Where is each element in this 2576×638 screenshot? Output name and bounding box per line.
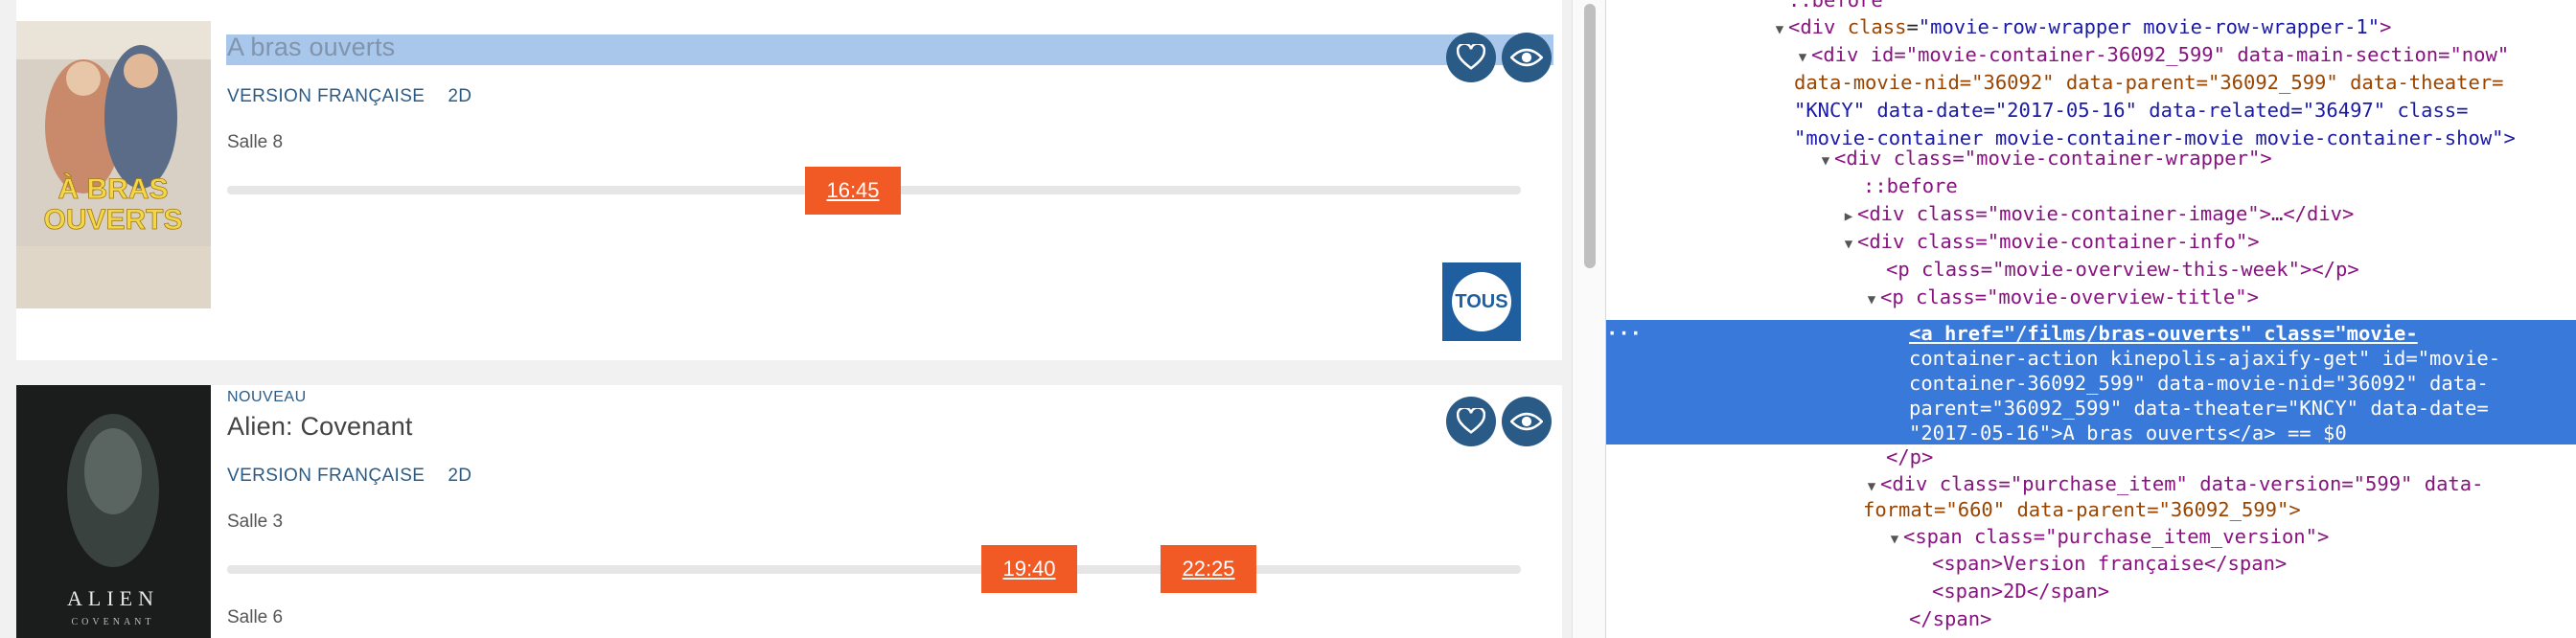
- dom-node-pseudo[interactable]: ::before: [1788, 0, 2576, 14]
- collapse-arrow-icon[interactable]: ▼: [1840, 231, 1857, 259]
- version-label: VERSION FRANÇAISE: [227, 466, 426, 486]
- dom-node-p-close[interactable]: </p>: [1886, 444, 2576, 471]
- movie-title-link[interactable]: Alien: Covenant: [227, 412, 413, 442]
- showtime-button[interactable]: 19:40: [981, 545, 1077, 593]
- heart-icon: [1457, 44, 1485, 70]
- room-label: Salle 3: [227, 512, 284, 532]
- dom-node-container-info[interactable]: ▼ <div class="movie-container-info">: [1840, 228, 2576, 256]
- eye-icon: [1510, 412, 1543, 431]
- watchlist-button[interactable]: [1502, 33, 1552, 82]
- movie-version-info: VERSION FRANÇAISE 2D: [227, 86, 472, 107]
- dom-node-container-image[interactable]: ▶ <div class="movie-container-image">…</d…: [1840, 200, 2576, 228]
- poster-title-2: OUVERTS: [43, 204, 182, 236]
- movie-poster[interactable]: ALIEN COVENANT: [16, 385, 211, 638]
- favorite-button[interactable]: [1446, 397, 1496, 446]
- age-rating-label: TOUS: [1452, 272, 1511, 331]
- poster-title-1: À BRAS: [58, 172, 168, 205]
- dom-node-span-version[interactable]: <span>Version française</span>: [1932, 550, 2576, 578]
- devtools-elements-panel: ::before ▼ <div class="movie-row-wrapper …: [1606, 0, 2576, 638]
- selected-node-line: parent="36092_599" data-theater="KNCY" d…: [1909, 397, 2489, 420]
- showtime-timeline: [227, 565, 1521, 574]
- room-label: Salle 8: [227, 132, 284, 152]
- collapse-arrow-icon[interactable]: ▼: [1794, 44, 1811, 72]
- dom-node-span-format[interactable]: <span>2D</span>: [1932, 578, 2576, 605]
- format-label: 2D: [448, 466, 472, 486]
- dom-node-movie-container[interactable]: ▼ <div id="movie-container-36092_599" dat…: [1794, 41, 2576, 69]
- movie-version-info: VERSION FRANÇAISE 2D: [227, 466, 472, 487]
- eye-icon: [1510, 48, 1543, 67]
- room-label: Salle 6: [227, 607, 284, 627]
- collapse-arrow-icon[interactable]: ▼: [1886, 526, 1903, 554]
- title-selection-highlight: [226, 34, 1553, 65]
- expand-arrow-icon[interactable]: ▶: [1840, 203, 1857, 231]
- dom-node-row-wrapper[interactable]: ▼ <div class="movie-row-wrapper movie-row…: [1771, 13, 2576, 41]
- poster-title-1: ALIEN: [67, 586, 159, 610]
- dom-node-purchase-item[interactable]: ▼ <div class="purchase_item" data-version…: [1863, 470, 2576, 498]
- dom-node-pseudo[interactable]: ::before: [1863, 172, 2576, 200]
- movie-poster[interactable]: À BRAS OUVERTS: [16, 21, 211, 308]
- more-options-icon[interactable]: ···: [1606, 320, 1642, 348]
- dom-node-purchase-version[interactable]: ▼ <span class="purchase_item_version">: [1886, 523, 2576, 551]
- selected-node-line: <a href="/films/bras-ouverts" class="mov…: [1909, 322, 2418, 345]
- scrollbar-thumb[interactable]: [1584, 4, 1596, 268]
- poster-title-2: COVENANT: [72, 617, 155, 627]
- collapse-arrow-icon[interactable]: ▼: [1863, 286, 1880, 314]
- favorite-button[interactable]: [1446, 33, 1496, 82]
- selected-node-line: container-action kinepolis-ajaxify-get" …: [1909, 347, 2501, 370]
- age-rating-badge: TOUS: [1442, 262, 1521, 341]
- dom-node-this-week[interactable]: <p class="movie-overview-this-week"></p>: [1886, 256, 2576, 284]
- new-badge: NOUVEAU: [227, 389, 307, 405]
- dom-node-attr-cont: "KNCY" data-date="2017-05-16" data-relat…: [1794, 99, 2469, 122]
- collapse-arrow-icon[interactable]: ▼: [1817, 148, 1834, 175]
- watchlist-button[interactable]: [1502, 397, 1552, 446]
- showtime-button[interactable]: 22:25: [1161, 545, 1256, 593]
- version-label: VERSION FRANÇAISE: [227, 86, 426, 106]
- selected-dom-node[interactable]: ··· <a href="/films/bras-ouverts" class=…: [1606, 320, 2576, 444]
- dom-node-attr-cont: format="660" data-parent="36092_599">: [1863, 498, 2301, 521]
- dom-node-container-wrapper[interactable]: ▼ <div class="movie-container-wrapper">: [1817, 145, 2576, 172]
- format-label: 2D: [448, 86, 472, 106]
- heart-icon: [1457, 408, 1485, 434]
- dom-node-overview-title[interactable]: ▼ <p class="movie-overview-title">: [1863, 284, 2576, 311]
- movie-title-link[interactable]: A bras ouverts: [227, 33, 395, 62]
- cinema-website: À BRAS OUVERTS A bras ouverts VERSION FR…: [0, 0, 1572, 638]
- page-scrollbar[interactable]: [1572, 0, 1606, 638]
- showtime-button[interactable]: 16:45: [805, 167, 901, 215]
- dom-node-span-close[interactable]: </span>: [1909, 605, 2576, 633]
- collapse-arrow-icon[interactable]: ▼: [1771, 16, 1788, 44]
- dom-node-attr-cont: data-movie-nid="36092" data-parent="3609…: [1794, 71, 2504, 94]
- selected-node-line: container-36092_599" data-movie-nid="360…: [1909, 372, 2489, 395]
